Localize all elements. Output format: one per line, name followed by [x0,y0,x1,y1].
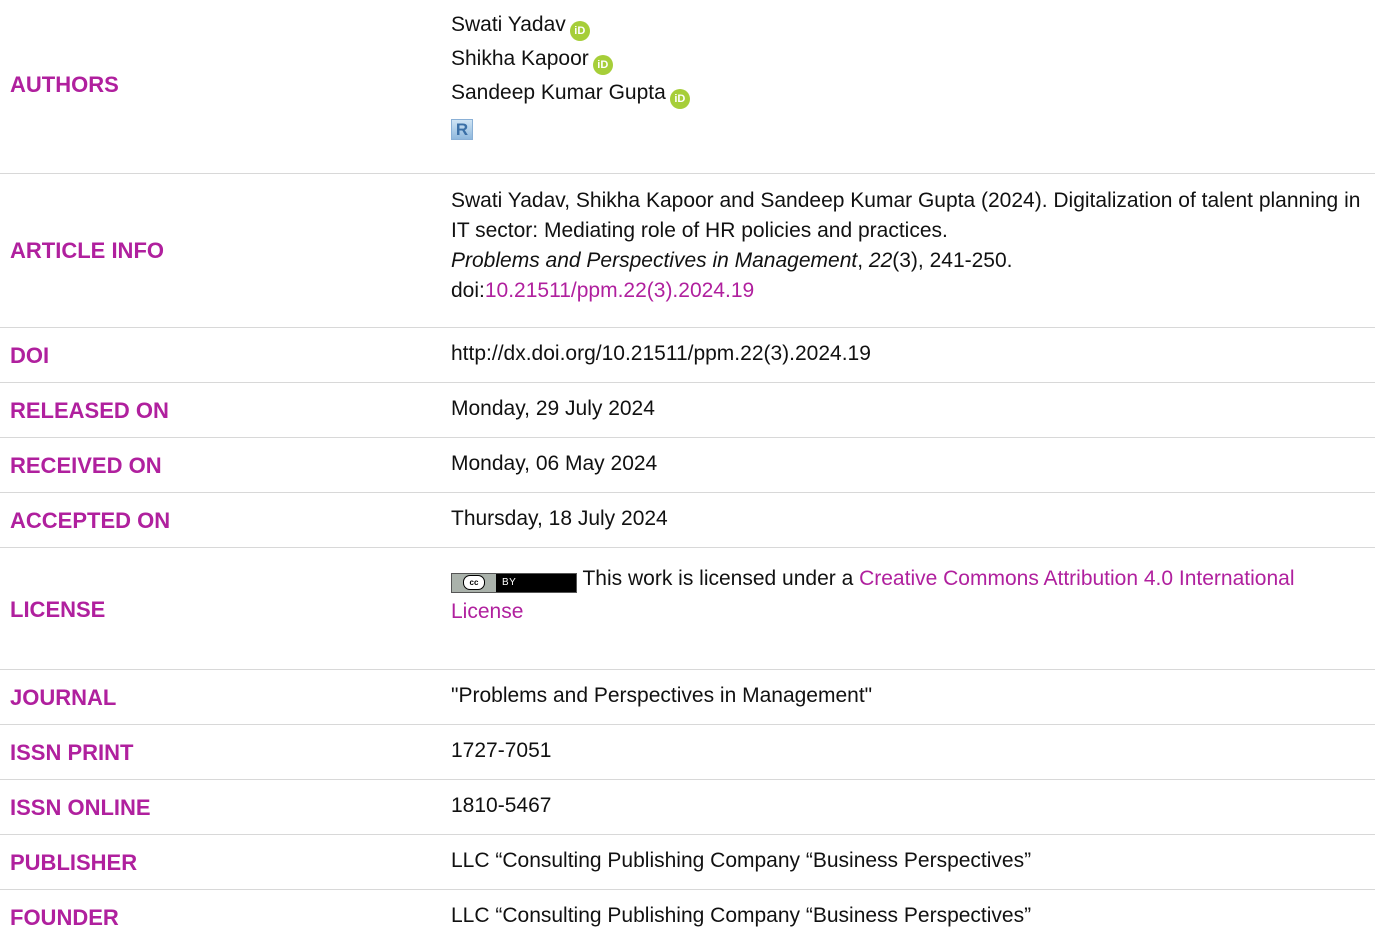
founder-label: FOUNDER [10,905,119,930]
cc-badge-left: cc [452,573,496,592]
orcid-icon[interactable]: iD [592,55,613,75]
publisher-row: PUBLISHER LLC “Consulting Publishing Com… [0,835,1375,890]
citation-journal: Problems and Perspectives in Management [451,249,858,272]
article-info-label: ARTICLE INFO [10,238,164,263]
cc-icon: cc [463,575,485,590]
issn-print-label: ISSN PRINT [10,740,134,765]
license-value: cc BY This work is licensed under a Crea… [451,564,1371,627]
author-name: Sandeep Kumar Gupta iD [451,76,1371,110]
researcherid-icon[interactable]: R [451,119,473,140]
issn-online-label: ISSN ONLINE [10,795,151,820]
received-row: RECEIVED ON Monday, 06 May 2024 [0,438,1375,493]
doi-row: DOI http://dx.doi.org/10.21511/ppm.22(3)… [0,328,1375,383]
authors-list: Swati Yadav iD Shikha Kapoor iD Sandeep Ku… [451,8,1371,146]
license-text: This work is licensed under a [582,567,860,590]
cc-by-badge[interactable]: cc BY [451,572,577,593]
journal-row: JOURNAL "Problems and Perspectives in Ma… [0,670,1375,725]
license-label: LICENSE [10,597,106,622]
issn-online-row: ISSN ONLINE 1810-5467 [0,780,1375,835]
released-row: RELEASED ON Monday, 29 July 2024 [0,383,1375,438]
publisher-label: PUBLISHER [10,850,138,875]
citation-volume: 22 [868,249,893,272]
citation-text: Swati Yadav, Shikha Kapoor and Sandeep K… [451,189,1361,242]
doi-prefix: doi: [451,279,485,302]
citation-comma: , [857,249,869,272]
released-label: RELEASED ON [10,398,169,423]
license-link[interactable]: Creative Commons Attribution 4.0 Interna… [451,567,1295,623]
accepted-value: Thursday, 18 July 2024 [451,507,668,530]
issn-print-row: ISSN PRINT 1727-7051 [0,725,1375,780]
journal-label: JOURNAL [10,685,117,710]
author-name: Shikha Kapoor iD [451,42,1371,76]
orcid-icon[interactable]: iD [669,89,690,109]
accepted-label: ACCEPTED ON [10,508,171,533]
founder-value: LLC “Consulting Publishing Company “Busi… [451,904,1032,927]
founder-row: FOUNDER LLC “Consulting Publishing Compa… [0,890,1375,944]
journal-value: "Problems and Perspectives in Management… [451,684,873,707]
orcid-icon[interactable]: iD [569,21,590,41]
issn-print-value: 1727-7051 [451,739,552,762]
doi-label: DOI [10,343,50,368]
doi-link[interactable]: 10.21511/ppm.22(3).2024.19 [485,279,754,302]
citation-issue-pages: (3), 241-250. [892,249,1013,272]
license-row: LICENSE cc BY This work is licensed unde… [0,548,1375,670]
publisher-value: LLC “Consulting Publishing Company “Busi… [451,849,1032,872]
authors-row: AUTHORS Swati Yadav iD Shikha Kapoor iD Sa… [0,0,1375,174]
author-name: Swati Yadav iD [451,8,1371,42]
article-info-row: ARTICLE INFO Swati Yadav, Shikha Kapoor … [0,174,1375,328]
issn-online-value: 1810-5467 [451,794,552,817]
released-value: Monday, 29 July 2024 [451,397,655,420]
doi-value: http://dx.doi.org/10.21511/ppm.22(3).202… [451,342,871,365]
authors-label: AUTHORS [10,72,119,97]
accepted-row: ACCEPTED ON Thursday, 18 July 2024 [0,493,1375,548]
article-info-citation: Swati Yadav, Shikha Kapoor and Sandeep K… [451,186,1371,306]
received-value: Monday, 06 May 2024 [451,452,658,475]
received-label: RECEIVED ON [10,453,162,478]
researcherid-container: R [451,112,1371,146]
by-icon: BY [502,576,517,588]
